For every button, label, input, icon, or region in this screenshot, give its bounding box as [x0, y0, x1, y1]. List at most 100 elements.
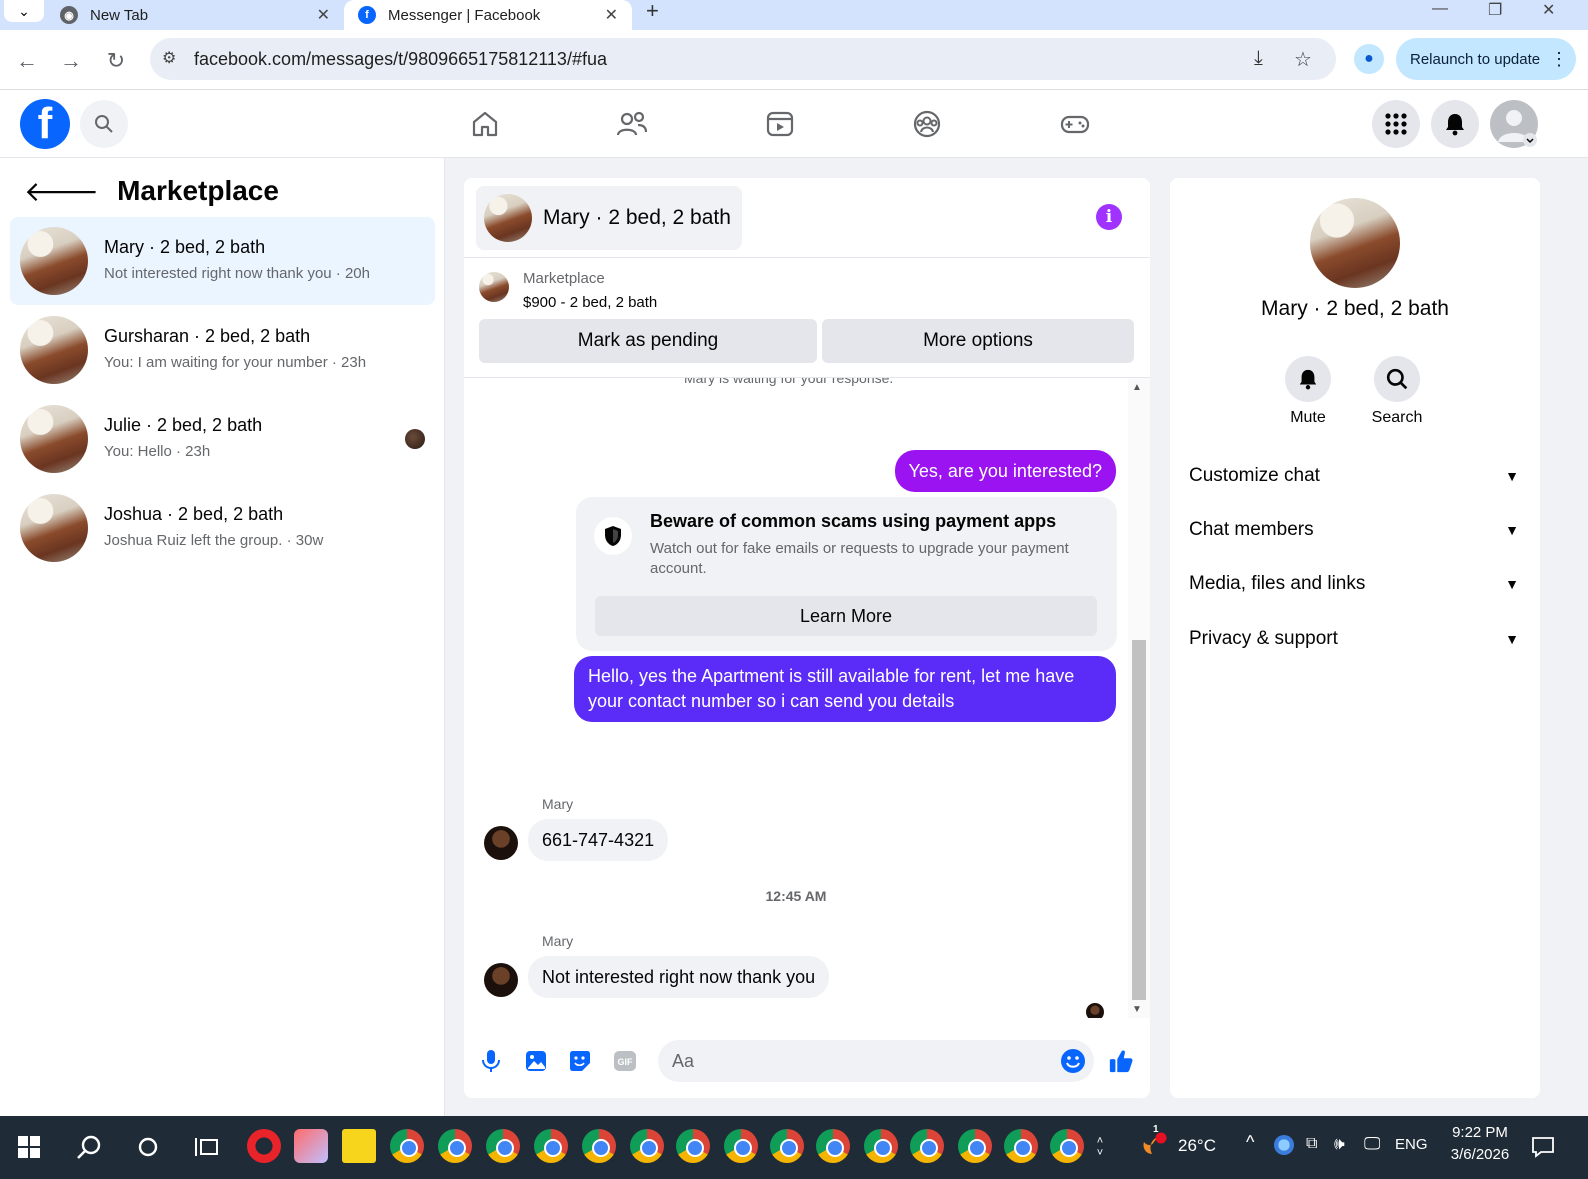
chrome-icon[interactable]: [390, 1129, 424, 1163]
conversation-item-gursharan[interactable]: Gursharan · 2 bed, 2 bath You: I am wait…: [10, 306, 435, 394]
sticky-notes-icon[interactable]: [342, 1129, 376, 1163]
conversation-item-joshua[interactable]: Joshua · 2 bed, 2 bath Joshua Ruiz left …: [10, 484, 435, 572]
meet-now-icon[interactable]: ⧉: [1306, 1135, 1317, 1153]
chrome-icon[interactable]: [630, 1129, 664, 1163]
thread-scrollbar[interactable]: ▲ ▼: [1128, 378, 1150, 1018]
outgoing-message[interactable]: Hello, yes the Apartment is still availa…: [574, 656, 1116, 722]
sticker-icon[interactable]: [567, 1048, 593, 1074]
chrome-icon[interactable]: [770, 1129, 804, 1163]
section-media-files-links[interactable]: Media, files and links ▼: [1189, 564, 1519, 604]
close-window-icon[interactable]: ✕: [1542, 0, 1555, 20]
more-options-button[interactable]: More options: [822, 319, 1134, 363]
tab-messenger[interactable]: f Messenger | Facebook ✕: [344, 0, 632, 30]
scroll-up-arrow-icon[interactable]: ▲: [1132, 382, 1142, 393]
outgoing-message[interactable]: Yes, are you interested?: [894, 450, 1116, 492]
chrome-icon[interactable]: [582, 1129, 616, 1163]
groups-icon[interactable]: [907, 104, 947, 144]
back-arrow-icon[interactable]: 🡐: [24, 174, 99, 208]
weather-icon[interactable]: [1136, 1130, 1170, 1164]
new-tab-button[interactable]: +: [646, 0, 659, 22]
section-chat-members[interactable]: Chat members ▼: [1189, 510, 1519, 550]
more-menu-icon[interactable]: ⋮: [1550, 49, 1568, 70]
account-avatar[interactable]: [1490, 100, 1538, 148]
notification-center-icon[interactable]: [1526, 1130, 1560, 1164]
weather-temperature[interactable]: 26°C: [1178, 1136, 1216, 1156]
notifications-bell-icon[interactable]: [1431, 100, 1479, 148]
chrome-icon[interactable]: [816, 1129, 850, 1163]
search-conversation-button[interactable]: Search: [1372, 356, 1422, 426]
chrome-icon[interactable]: [676, 1129, 710, 1163]
cortana-icon[interactable]: [131, 1130, 165, 1164]
sender-avatar[interactable]: [484, 826, 518, 860]
chrome-icon[interactable]: [438, 1129, 472, 1163]
relaunch-button[interactable]: Relaunch to update ⋮: [1396, 38, 1576, 80]
listing-price[interactable]: $900 - 2 bed, 2 bath: [523, 294, 657, 311]
video-icon[interactable]: [760, 104, 800, 144]
sender-avatar[interactable]: [484, 963, 518, 997]
chrome-icon[interactable]: [864, 1129, 898, 1163]
search-icon[interactable]: [72, 1130, 106, 1164]
friends-icon[interactable]: [612, 104, 652, 144]
thumbs-up-icon[interactable]: [1108, 1048, 1134, 1074]
facebook-logo-icon[interactable]: f: [20, 99, 70, 149]
menu-grid-icon[interactable]: [1372, 100, 1420, 148]
details-title[interactable]: Mary · 2 bed, 2 bath: [1170, 297, 1540, 321]
network-icon[interactable]: 🖵: [1364, 1134, 1380, 1154]
profile-avatar-icon[interactable]: ●: [1354, 44, 1384, 74]
section-customize-chat[interactable]: Customize chat ▼: [1189, 456, 1519, 496]
address-bar[interactable]: ⚙ facebook.com/messages/t/98096651758121…: [150, 38, 1336, 80]
bookmark-star-icon[interactable]: ☆: [1294, 47, 1312, 72]
chrome-icon[interactable]: [724, 1129, 758, 1163]
windows-start-icon[interactable]: [12, 1130, 46, 1164]
chrome-icon[interactable]: [486, 1129, 520, 1163]
taskbar-clock[interactable]: 9:22 PM 3/6/2026: [1440, 1122, 1520, 1166]
gaming-icon[interactable]: [1055, 104, 1095, 144]
close-tab-icon[interactable]: ✕: [317, 5, 330, 25]
learn-more-button[interactable]: Learn More: [595, 596, 1097, 636]
task-view-icon[interactable]: [190, 1130, 224, 1164]
gif-icon[interactable]: GIF: [612, 1048, 638, 1074]
chrome-icon[interactable]: [910, 1129, 944, 1163]
tab-search-button[interactable]: ⌄: [4, 0, 44, 22]
message-input[interactable]: [658, 1040, 1094, 1082]
app-tray-icon[interactable]: [1274, 1135, 1294, 1155]
mute-button[interactable]: Mute: [1285, 356, 1331, 426]
chrome-icon[interactable]: [1004, 1129, 1038, 1163]
microphone-icon[interactable]: [478, 1048, 504, 1074]
chat-title-button[interactable]: Mary · 2 bed, 2 bath: [476, 186, 742, 250]
search-icon[interactable]: [1374, 356, 1420, 402]
listing-avatar[interactable]: [1310, 198, 1400, 288]
bell-icon[interactable]: [1285, 356, 1331, 402]
opera-icon[interactable]: [247, 1129, 281, 1163]
language-indicator[interactable]: ENG: [1395, 1136, 1428, 1153]
mark-as-pending-button[interactable]: Mark as pending: [479, 319, 817, 363]
incoming-message[interactable]: 661-747-4321: [528, 819, 669, 861]
info-icon[interactable]: i: [1096, 204, 1122, 230]
taskbar-overflow-chevron-icon[interactable]: ˄ ˅: [1086, 1130, 1114, 1164]
incoming-message[interactable]: Not interested right now thank you: [528, 956, 830, 998]
emoji-icon[interactable]: [1060, 1048, 1086, 1074]
photo-icon[interactable]: [523, 1048, 549, 1074]
install-app-icon[interactable]: ⤓: [1254, 47, 1263, 70]
conversation-item-julie[interactable]: Julie · 2 bed, 2 bath You: Hello · 23h: [10, 395, 435, 483]
search-icon[interactable]: [80, 100, 128, 148]
scrollbar-thumb[interactable]: [1132, 640, 1146, 1000]
conversation-item-mary[interactable]: Mary · 2 bed, 2 bath Not interested righ…: [10, 217, 435, 305]
snipping-tool-icon[interactable]: [294, 1129, 328, 1163]
forward-arrow-icon[interactable]: →: [58, 48, 84, 74]
listing-thumbnail[interactable]: [479, 272, 509, 302]
scroll-down-arrow-icon[interactable]: ▼: [1132, 1004, 1142, 1015]
restore-icon[interactable]: ❐: [1488, 0, 1502, 20]
chrome-icon[interactable]: [958, 1129, 992, 1163]
url-text[interactable]: facebook.com/messages/t/9809665175812113…: [194, 49, 607, 70]
show-hidden-icons-chevron-icon[interactable]: ^: [1246, 1132, 1254, 1153]
chrome-icon[interactable]: [534, 1129, 568, 1163]
chrome-icon[interactable]: [1050, 1129, 1084, 1163]
minimize-icon[interactable]: —: [1432, 0, 1448, 18]
back-arrow-icon[interactable]: ←: [14, 48, 40, 74]
site-info-icon[interactable]: ⚙: [162, 48, 176, 68]
close-tab-icon[interactable]: ✕: [605, 5, 618, 25]
volume-icon[interactable]: 🕪: [1334, 1134, 1345, 1154]
home-icon[interactable]: [465, 104, 505, 144]
reload-icon[interactable]: ↻: [103, 48, 129, 74]
